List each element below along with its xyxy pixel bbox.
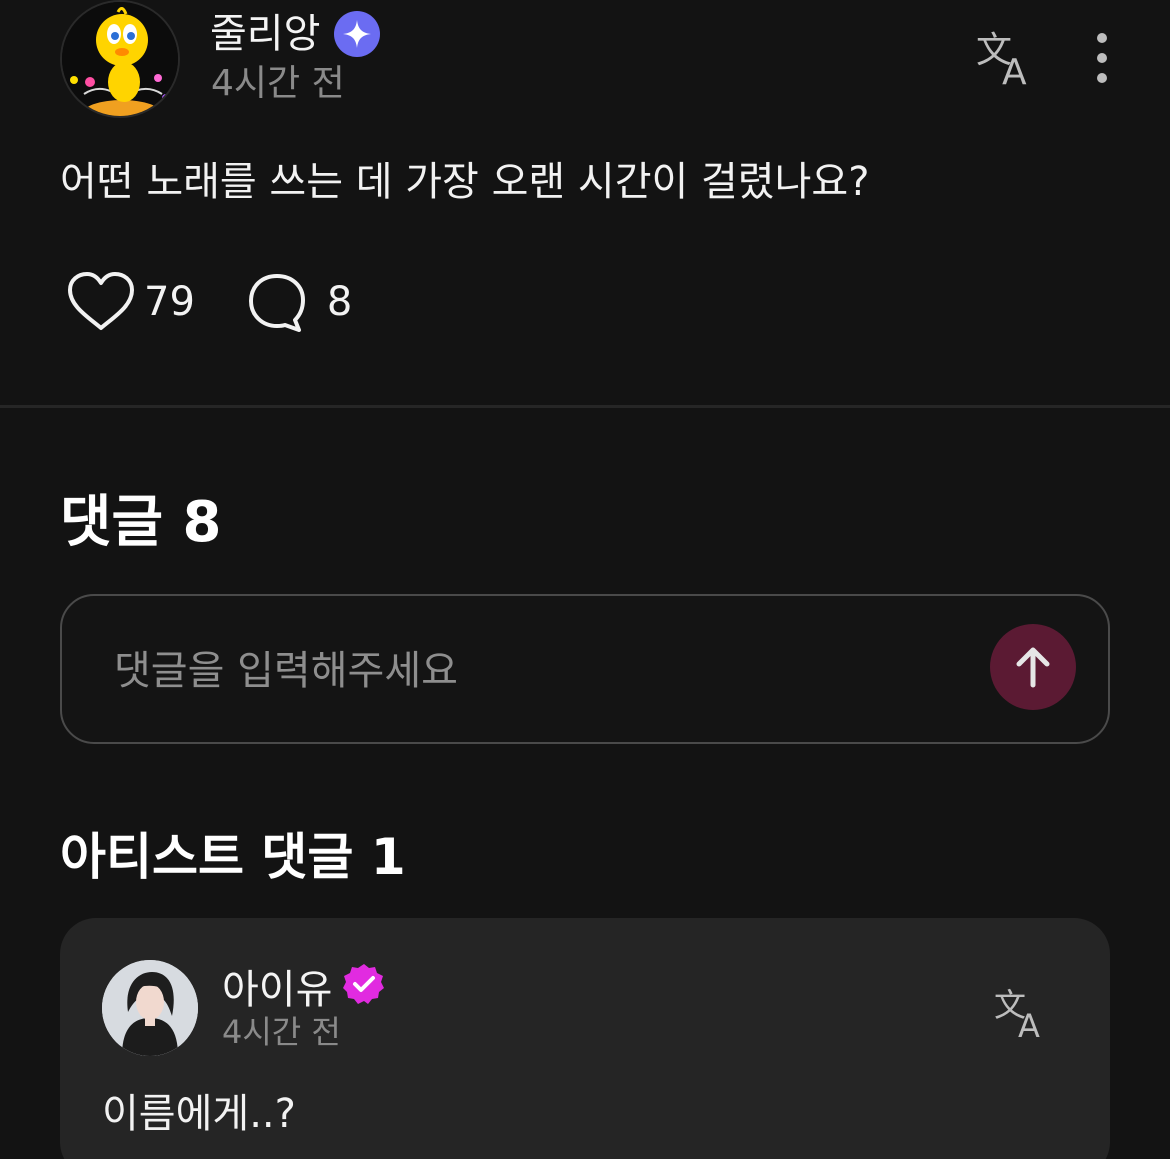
post-actions: 79 8 (66, 270, 352, 334)
artist-photo-image (102, 960, 198, 1056)
more-options-button[interactable] (1082, 28, 1122, 88)
artist-comment-time: 4시간 전 (222, 1013, 341, 1051)
tweety-avatar-image (62, 2, 178, 116)
artist-author[interactable]: 아이유 (222, 962, 386, 1017)
like-count: 79 (144, 279, 195, 325)
artist-avatar[interactable] (102, 960, 198, 1056)
like-button[interactable]: 79 (66, 270, 195, 334)
post-time: 4시간 전 (211, 63, 345, 104)
translate-icon: 文 A (976, 30, 1027, 93)
post-author[interactable]: 줄리앙 (210, 10, 381, 58)
verified-badge-icon (342, 962, 386, 1017)
artist-comments-heading: 아티스트 댓글 1 (60, 828, 406, 886)
comment-bubble-icon (248, 274, 305, 332)
svg-text:A: A (1002, 52, 1027, 90)
comment-input[interactable] (112, 636, 972, 706)
translate-icon: 文 A (994, 986, 1040, 1045)
author-name: 줄리앙 (210, 11, 321, 57)
post-detail-page: 줄리앙 4시간 전 文 A 어떤 노래를 쓰는 데 가장 오랜 시간이 걸렸나요… (0, 0, 1170, 1159)
send-comment-button[interactable] (990, 624, 1076, 710)
arrow-up-icon (1016, 647, 1050, 688)
section-divider (0, 405, 1170, 408)
comment-button[interactable]: 8 (245, 270, 352, 334)
more-vertical-icon (1097, 33, 1107, 83)
artist-comment-card[interactable]: 아이유 4시간 전 文 A 이름에게..? (60, 918, 1110, 1159)
post-body: 어떤 노래를 쓰는 데 가장 오랜 시간이 걸렸나요? (60, 159, 870, 205)
comment-count: 8 (326, 279, 353, 325)
heart-icon (68, 272, 134, 330)
author-avatar[interactable] (60, 0, 180, 118)
star-badge-icon (334, 11, 381, 57)
svg-text:A: A (1018, 1007, 1040, 1042)
artist-translate-button[interactable]: 文 A (992, 982, 1052, 1045)
translate-button[interactable]: 文 A (972, 24, 1038, 93)
comments-heading: 댓글 8 (60, 490, 222, 555)
artist-comment-body: 이름에게..? (102, 1091, 296, 1137)
comment-input-box (60, 594, 1110, 744)
artist-author-name: 아이유 (222, 966, 333, 1013)
